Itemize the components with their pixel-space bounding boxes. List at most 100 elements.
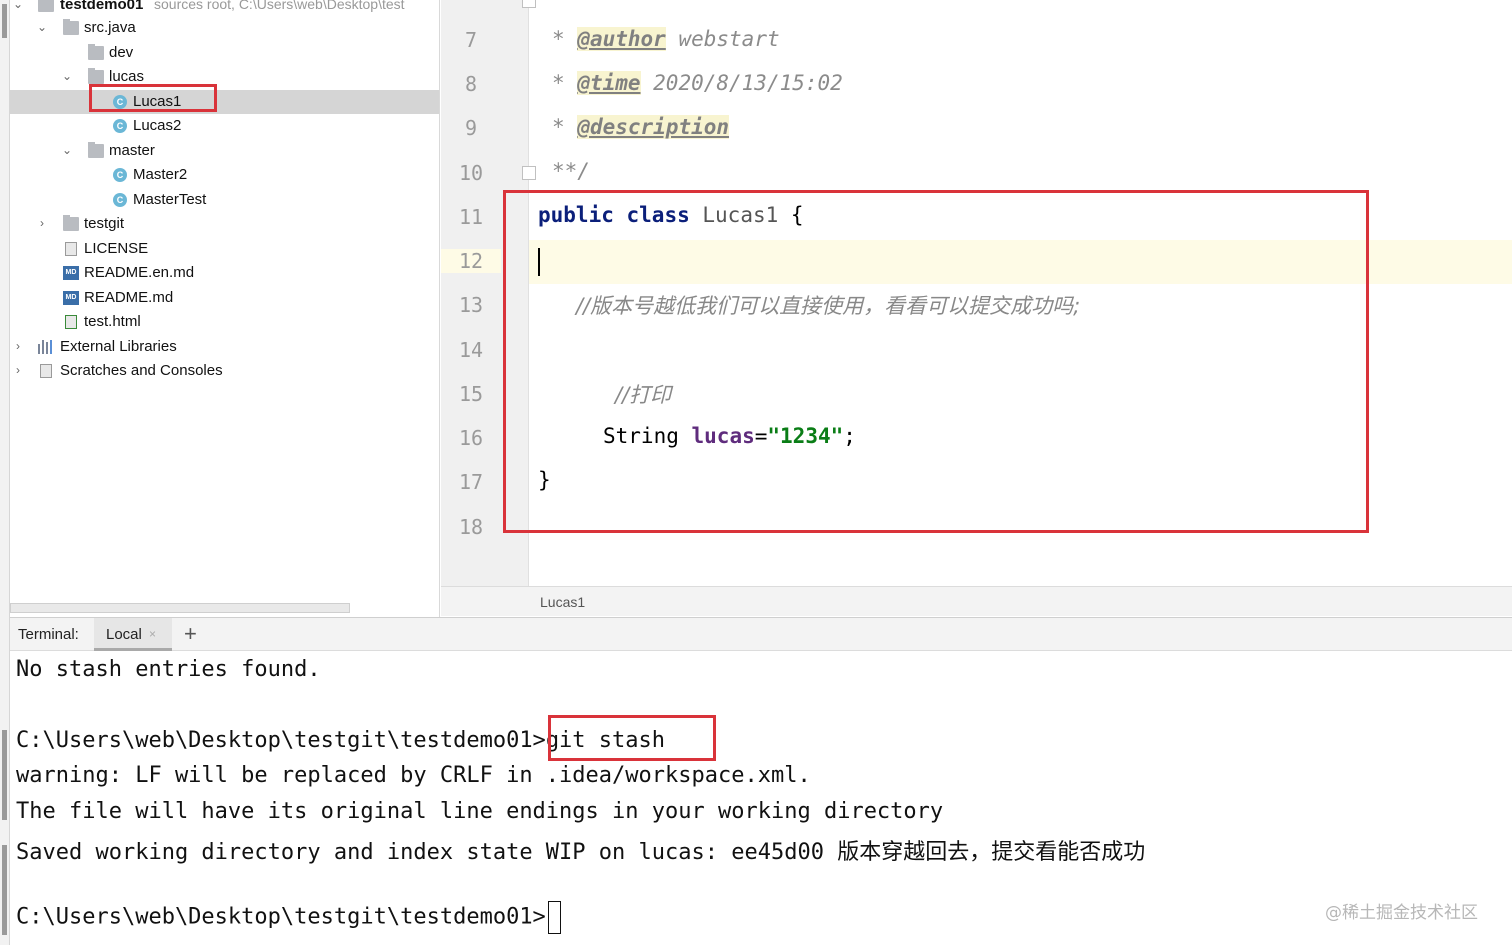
doc-tag: @time — [577, 71, 641, 95]
doc-prefix: * — [552, 115, 578, 139]
tree-item-label: Master2 — [133, 166, 188, 183]
tree-item-readme[interactable]: MD README.md — [10, 286, 439, 311]
javadoc-author-line: * @author webstart — [552, 27, 780, 51]
javadoc-time-line: * @time 2020/8/13/15:02 — [552, 71, 843, 95]
tree-item-label: test.html — [84, 313, 141, 330]
tree-item-external-libraries[interactable]: › External Libraries — [10, 335, 439, 360]
doc-tag: @author — [577, 27, 666, 51]
terminal-title: Terminal: — [18, 626, 79, 643]
javadoc-end-line: **/ — [552, 159, 590, 183]
line-number: 13 — [458, 293, 484, 317]
editor-breadcrumb[interactable]: Lucas1 — [441, 586, 1512, 616]
tree-root[interactable]: ⌄ testdemo01 sources root, C:\Users\web\… — [10, 0, 439, 18]
chevron-down-icon[interactable]: ⌄ — [61, 69, 73, 83]
close-icon[interactable]: × — [149, 627, 156, 641]
project-tree[interactable]: ⌄ testdemo01 sources root, C:\Users\web\… — [10, 0, 440, 617]
line-number: 18 — [458, 515, 484, 539]
module-icon — [38, 0, 54, 12]
tree-item-label: README.en.md — [84, 264, 195, 281]
terminal-output[interactable]: No stash entries found. C:\Users\web\Des… — [10, 651, 1512, 945]
chevron-right-icon[interactable]: › — [36, 216, 48, 230]
tree-item-label: src.java — [84, 19, 136, 36]
tree-item-src-java[interactable]: ⌄ src.java — [10, 16, 439, 41]
line-number: 7 — [464, 28, 478, 52]
line-number: 16 — [458, 426, 484, 450]
terminal-line: warning: LF will be replaced by CRLF in … — [16, 763, 811, 788]
line-number: 15 — [458, 382, 484, 406]
scratches-icon — [40, 364, 52, 378]
tree-root-label: testdemo01 — [60, 0, 144, 13]
line-number: 14 — [458, 338, 484, 362]
tree-item-label: README.md — [84, 288, 174, 306]
tree-item-label: MasterTest — [133, 190, 207, 208]
chevron-down-icon[interactable]: ⌄ — [36, 20, 48, 34]
doc-tag: @description — [577, 115, 730, 139]
line-number: 10 — [458, 161, 484, 185]
tree-item-label: testgit — [84, 215, 125, 232]
line-number-current: 12 — [441, 249, 501, 273]
favorites-tool-tab[interactable] — [2, 845, 7, 935]
tree-item-testgit[interactable]: › testgit — [10, 212, 439, 237]
tree-item-scratches[interactable]: › Scratches and Consoles — [10, 359, 439, 384]
chevron-down-icon[interactable]: ⌄ — [61, 143, 73, 157]
tree-item-dev[interactable]: dev — [10, 41, 439, 66]
tree-item-label: master — [109, 141, 155, 159]
line-number: 8 — [464, 72, 478, 96]
tree-item-lucas[interactable]: ⌄ lucas — [10, 65, 439, 90]
terminal-prompt: C:\Users\web\Desktop\testgit\testdemo01> — [16, 728, 546, 753]
watermark: @稀土掘金技术社区 — [1325, 903, 1478, 923]
terminal-tab-local[interactable]: Local × — [94, 618, 172, 651]
fold-marker-icon[interactable] — [522, 0, 536, 8]
line-number: 17 — [458, 470, 484, 494]
tree-item-lucas1[interactable]: C Lucas1 — [10, 89, 439, 114]
tree-item-label: LICENSE — [84, 239, 149, 257]
text-file-icon — [65, 241, 77, 256]
java-class-icon: C — [113, 192, 127, 207]
tree-item-master[interactable]: ⌄ master — [10, 139, 439, 164]
fold-marker-icon[interactable] — [522, 166, 536, 180]
tree-item-lucas2[interactable]: C Lucas2 — [10, 114, 439, 139]
terminal-line: C:\Users\web\Desktop\testgit\testdemo01> — [16, 901, 561, 934]
highlight-box-command — [548, 715, 716, 761]
add-tab-icon[interactable]: + — [184, 621, 197, 647]
tree-horizontal-scrollbar[interactable] — [10, 603, 350, 613]
doc-value: 2020/8/13/15:02 — [640, 71, 843, 95]
tree-item-mastertest[interactable]: C MasterTest — [10, 188, 439, 213]
highlight-box-code — [503, 190, 1369, 533]
chevron-right-icon[interactable]: › — [12, 363, 24, 377]
terminal-line: Saved working directory and index state … — [16, 840, 1146, 865]
doc-value: webstart — [665, 27, 780, 51]
terminal-toolbar: Terminal: Local × + — [10, 617, 1512, 651]
terminal-tab-label: Local — [106, 626, 142, 643]
breadcrumb-item[interactable]: Lucas1 — [540, 594, 585, 610]
folder-icon — [88, 43, 104, 60]
doc-prefix: * — [552, 71, 578, 95]
terminal-cursor — [547, 901, 561, 934]
line-number: 11 — [458, 205, 484, 229]
tool-window-strip[interactable] — [0, 0, 10, 945]
html-file-icon — [65, 315, 77, 329]
terminal-line: The file will have its original line end… — [16, 799, 944, 824]
tree-item-label: Lucas2 — [133, 117, 182, 134]
tree-item-license[interactable]: LICENSE — [10, 237, 439, 262]
doc-prefix: * — [552, 27, 578, 51]
library-icon — [38, 339, 56, 354]
tree-root-path: sources root, C:\Users\web\Desktop\test — [154, 0, 405, 12]
tree-item-master2[interactable]: C Master2 — [10, 163, 439, 188]
chevron-right-icon[interactable]: › — [12, 339, 24, 353]
markdown-file-icon: MD — [63, 290, 79, 305]
tree-item-label: lucas — [109, 68, 145, 85]
line-number: 9 — [464, 116, 478, 140]
structure-tool-tab[interactable] — [2, 730, 7, 820]
project-tool-tab[interactable] — [2, 4, 7, 38]
highlight-box-lucas1 — [89, 84, 217, 112]
tree-item-readme-en[interactable]: MD README.en.md — [10, 261, 439, 286]
folder-icon — [88, 68, 104, 84]
folder-icon — [63, 19, 79, 35]
markdown-file-icon: MD — [63, 266, 79, 280]
tree-item-label: Scratches and Consoles — [60, 362, 223, 379]
tree-item-test-html[interactable]: test.html — [10, 310, 439, 335]
chevron-down-icon[interactable]: ⌄ — [12, 0, 24, 11]
tree-item-label: dev — [109, 43, 134, 61]
folder-icon — [63, 215, 79, 231]
